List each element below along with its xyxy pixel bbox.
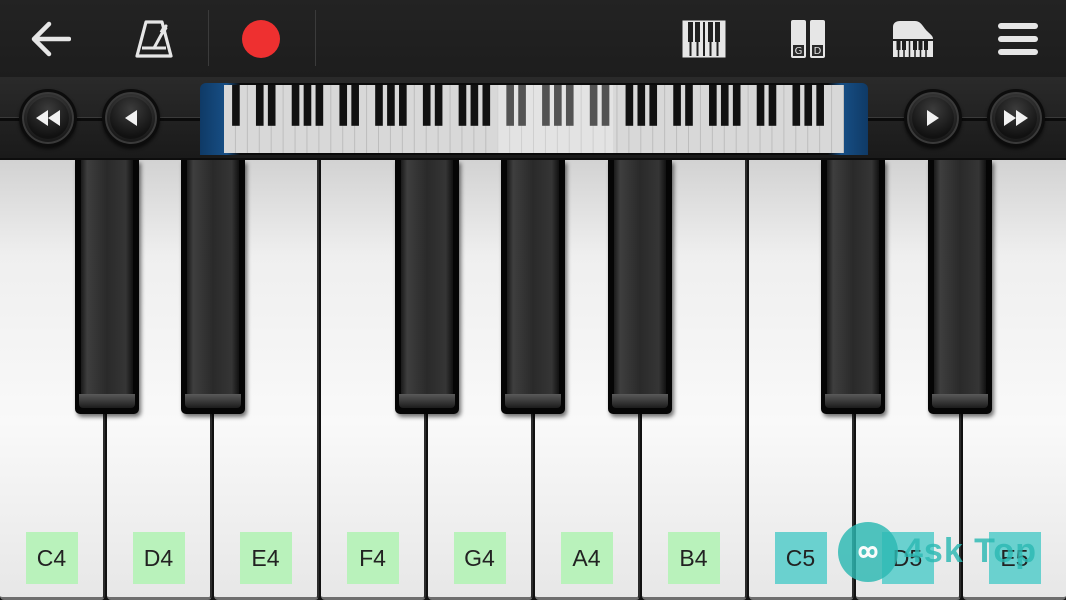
- fast-forward-icon: [1004, 110, 1028, 126]
- dual-keyboard-icon: G D: [791, 19, 825, 58]
- mini-black-key: [434, 85, 443, 126]
- mini-black-key: [255, 85, 264, 126]
- mini-black-key: [542, 85, 550, 126]
- black-key-c-sharp-4[interactable]: [75, 160, 139, 414]
- toolbar-separator: [208, 10, 209, 66]
- grand-piano-button[interactable]: [884, 0, 942, 77]
- mini-black-key: [768, 85, 777, 126]
- toolbar-separator: [315, 10, 316, 66]
- mini-keyboard[interactable]: [224, 85, 844, 153]
- mini-black-key: [720, 85, 729, 126]
- mini-keyboard-keys: [224, 85, 843, 153]
- menu-button[interactable]: [990, 0, 1046, 77]
- black-key-g-sharp-4[interactable]: [501, 160, 565, 414]
- mini-black-key: [589, 85, 598, 126]
- previous-button[interactable]: [102, 89, 160, 147]
- mini-black-key: [387, 85, 395, 126]
- mini-black-key: [625, 85, 634, 126]
- metronome-button[interactable]: [124, 0, 184, 77]
- watermark: 4sk Top: [838, 518, 1058, 588]
- mini-black-key: [518, 85, 526, 126]
- mini-black-key: [601, 85, 610, 126]
- black-key-d-sharp-5[interactable]: [928, 160, 992, 414]
- mini-black-key: [816, 85, 824, 126]
- single-keyboard-icon: [682, 20, 726, 57]
- mini-black-key: [565, 85, 574, 126]
- mini-black-key: [399, 85, 407, 126]
- mini-black-key: [232, 85, 240, 126]
- black-key-f-sharp-4[interactable]: [395, 160, 459, 414]
- mini-white-key: [832, 85, 843, 153]
- fast-rewind-icon: [36, 110, 60, 126]
- mini-black-key: [470, 85, 479, 126]
- mini-black-key: [375, 85, 383, 126]
- watermark-logo-icon: [838, 522, 898, 582]
- mini-black-key: [291, 85, 300, 126]
- mini-black-key: [315, 85, 324, 126]
- back-button[interactable]: [20, 0, 80, 77]
- dual-label-left: G: [795, 46, 803, 57]
- next-icon: [927, 110, 939, 126]
- grand-piano-icon: [893, 20, 933, 57]
- previous-icon: [125, 110, 137, 126]
- note-label: A4: [560, 532, 613, 584]
- menu-icon: [998, 22, 1038, 55]
- mini-keyboard-frame: [200, 83, 868, 155]
- note-label: E4: [239, 532, 292, 584]
- black-key-c-sharp-5[interactable]: [821, 160, 885, 414]
- back-arrow-icon: [31, 21, 71, 56]
- mini-black-key: [339, 85, 348, 126]
- next-button[interactable]: [904, 89, 962, 147]
- dual-keyboard-button[interactable]: G D: [780, 0, 836, 77]
- mini-black-key: [422, 85, 431, 126]
- mini-black-key: [458, 85, 467, 126]
- record-button[interactable]: [231, 0, 291, 77]
- mini-black-key: [303, 85, 312, 126]
- mini-black-key: [506, 85, 514, 126]
- mini-black-key: [792, 85, 801, 126]
- dual-label-right: D: [814, 46, 822, 57]
- note-label: C4: [25, 532, 78, 584]
- note-label: C5: [774, 532, 827, 584]
- note-label: D4: [132, 532, 185, 584]
- mini-black-key: [709, 85, 717, 126]
- keyboard-navigator: [0, 77, 1066, 160]
- mini-black-key: [267, 85, 276, 126]
- mini-black-key: [351, 85, 359, 126]
- mini-black-key: [649, 85, 658, 126]
- mini-black-key: [756, 85, 765, 126]
- mini-black-key: [637, 85, 646, 126]
- watermark-text: 4sk Top: [904, 532, 1037, 570]
- note-label: B4: [667, 532, 720, 584]
- note-label: G4: [453, 532, 506, 584]
- mini-black-key: [482, 85, 491, 126]
- fast-forward-button[interactable]: [987, 89, 1045, 147]
- black-key-d-sharp-4[interactable]: [181, 160, 245, 414]
- mini-black-key: [804, 85, 813, 126]
- mini-black-key: [554, 85, 562, 126]
- record-icon: [242, 19, 280, 58]
- mini-black-key: [732, 85, 741, 126]
- black-key-a-sharp-4[interactable]: [608, 160, 672, 414]
- mini-black-key: [673, 85, 681, 126]
- single-keyboard-button[interactable]: [676, 0, 732, 77]
- mini-black-key: [685, 85, 693, 126]
- fast-rewind-button[interactable]: [19, 89, 77, 147]
- top-toolbar: G D: [0, 0, 1066, 77]
- note-label: F4: [346, 532, 399, 584]
- metronome-icon: [135, 19, 173, 58]
